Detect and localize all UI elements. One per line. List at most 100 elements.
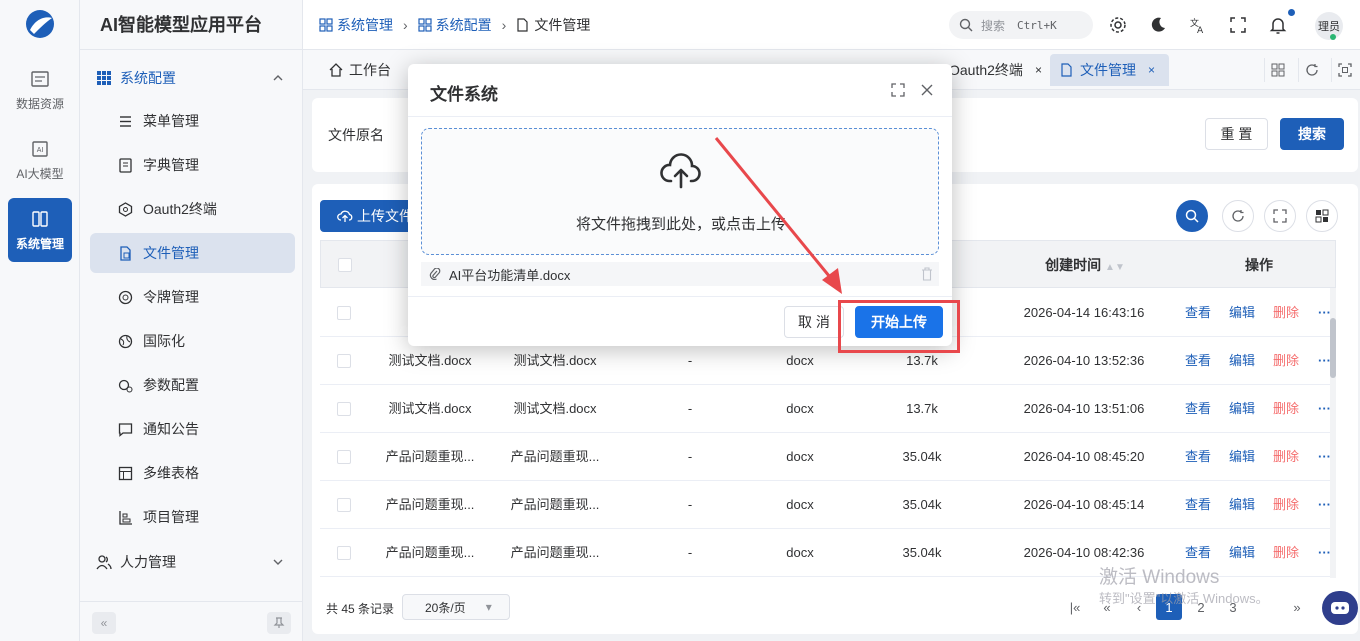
close-icon[interactable]: × [1035,63,1042,77]
table-scrollbar[interactable] [1330,288,1336,578]
delete-button[interactable]: 删除 [1273,337,1299,385]
scrollbar-thumb[interactable] [1330,318,1336,378]
moon-icon[interactable] [1148,15,1168,35]
row-checkbox[interactable] [337,546,351,560]
dialog-maximize-button[interactable] [890,82,906,98]
row-checkbox[interactable] [337,402,351,416]
file-icon [517,18,528,32]
delete-button[interactable]: 删除 [1273,289,1299,337]
avatar[interactable]: 理员 [1315,12,1343,40]
sidebar-item-oauth2[interactable]: Oauth2终端 [90,189,295,229]
sort-icon[interactable]: ▲▼ [1105,262,1125,273]
reset-button[interactable]: 重 置 [1205,118,1268,150]
filter-label-original-name: 文件原名 [328,127,384,143]
table-icon [118,466,133,480]
delete-button[interactable]: 删除 [1273,529,1299,577]
delete-button[interactable]: 删除 [1273,433,1299,481]
rail-item-system-admin[interactable]: 系统管理 [8,198,72,262]
rail-item-ai-models[interactable]: AI AI大模型 [8,128,72,192]
upload-file-button[interactable]: 上传文件 [320,200,420,232]
sidebar-item-notices[interactable]: 通知公告 [90,409,295,449]
table-row[interactable]: 产品问题重现... 产品问题重现... - docx 35.04k 2026-04-10 … [320,481,1336,529]
total-records: 共 45 条记录 [326,602,395,616]
cancel-button[interactable]: 取 消 [784,306,844,338]
delete-button[interactable]: 删除 [1273,385,1299,433]
grid-icon [1271,63,1284,77]
cell-orig: 产品问题重现... [510,449,600,464]
edit-button[interactable]: 编辑 [1229,529,1255,577]
fullscreen-table-button[interactable] [1264,200,1296,232]
pin-sidebar-button[interactable] [267,612,291,634]
row-checkbox[interactable] [337,354,351,368]
home-icon [329,63,343,77]
maximize-tab-button[interactable] [1331,58,1357,82]
refresh-table-button[interactable] [1222,200,1254,232]
row-checkbox[interactable] [337,306,351,320]
rail-item-data-resources[interactable]: 数据资源 [8,58,72,122]
breadcrumb-label: 系统配置 [435,17,492,33]
sidebar-item-token[interactable]: 令牌管理 [90,277,295,317]
row-checkbox[interactable] [337,450,351,464]
edit-button[interactable]: 编辑 [1229,433,1255,481]
rail-label: 数据资源 [15,96,64,111]
trash-icon[interactable] [921,267,933,281]
cell-orig: 产品问题重现... [510,497,600,512]
menu-group-system-config[interactable]: 系统配置 [80,56,303,100]
bell-icon[interactable] [1268,15,1288,35]
view-button[interactable]: 查看 [1185,337,1211,385]
sidebar-item-file-management[interactable]: 文件管理 [90,233,295,273]
sidebar-item-menu[interactable]: 菜单管理 [90,101,295,141]
breadcrumb-label: 文件管理 [534,17,591,33]
view-button[interactable]: 查看 [1185,481,1211,529]
toggle-search-button[interactable] [1176,200,1208,232]
search-button[interactable]: 搜索 [1280,118,1344,150]
sidebar-item-label: 参数配置 [143,377,199,393]
search-shortcut: Ctrl+K [1017,18,1057,32]
table-row[interactable]: 产品问题重现... 产品问题重现... - docx 35.04k 2026-04-10 … [320,433,1336,481]
translate-icon[interactable]: 文A [1188,15,1208,35]
refresh-tab-button[interactable] [1298,58,1324,82]
next-pages-button[interactable]: » [1284,594,1310,620]
menu-group-label: 系统配置 [120,70,176,86]
view-button[interactable]: 查看 [1185,289,1211,337]
table-row[interactable]: 测试文档.docx 测试文档.docx - docx 13.7k 2026-04-10 1… [320,385,1336,433]
columns-setting-button[interactable] [1306,200,1338,232]
edit-button[interactable]: 编辑 [1229,481,1255,529]
gear-icon[interactable] [1108,15,1128,35]
chevron-down-icon: ▾ [485,600,492,614]
collapse-sidebar-button[interactable]: « [92,612,116,634]
close-icon[interactable]: × [1148,63,1155,77]
first-page-button[interactable]: |« [1062,594,1088,620]
sidebar-item-multi-table[interactable]: 多维表格 [90,453,295,493]
cell-name: 产品问题重现... [385,497,475,512]
dialog-close-button[interactable] [919,82,935,98]
upload-dropzone[interactable]: 将文件拖拽到此处，或点击上传 [421,128,939,255]
edit-button[interactable]: 编辑 [1229,289,1255,337]
column-header-created[interactable]: 创建时间 ▲▼ [985,241,1185,289]
tab-oauth2[interactable]: Oauth2终端 × [939,54,1052,86]
activation-watermark-title: 激活 Windows [1099,567,1220,588]
breadcrumb-item[interactable]: 系统配置 [418,15,492,35]
edit-button[interactable]: 编辑 [1229,385,1255,433]
fullscreen-icon[interactable] [1228,15,1248,35]
tabs-overview-button[interactable] [1264,58,1290,82]
cell-path: - [687,449,693,464]
view-button[interactable]: 查看 [1185,433,1211,481]
row-checkbox[interactable] [337,498,351,512]
view-button[interactable]: 查看 [1185,385,1211,433]
tab-file-management[interactable]: 文件管理 × [1050,54,1169,86]
page-size-select[interactable]: 20条/页 ▾ [402,594,510,620]
sidebar-item-label: 字典管理 [143,157,199,173]
edit-button[interactable]: 编辑 [1229,337,1255,385]
sidebar-item-projects[interactable]: 项目管理 [90,497,295,537]
sidebar-item-dictionary[interactable]: 字典管理 [90,145,295,185]
breadcrumb-item[interactable]: 系统管理 [319,15,393,35]
sidebar-item-params[interactable]: 参数配置 [90,365,295,405]
chat-assistant-button[interactable] [1322,591,1358,625]
tab-dashboard[interactable]: 工作台 [319,54,401,86]
global-search[interactable]: 搜索 Ctrl+K [949,11,1093,39]
sidebar-item-i18n[interactable]: 国际化 [90,321,295,361]
menu-group-hr[interactable]: 人力管理 [80,540,303,584]
delete-button[interactable]: 删除 [1273,481,1299,529]
select-all-checkbox[interactable] [338,258,352,272]
